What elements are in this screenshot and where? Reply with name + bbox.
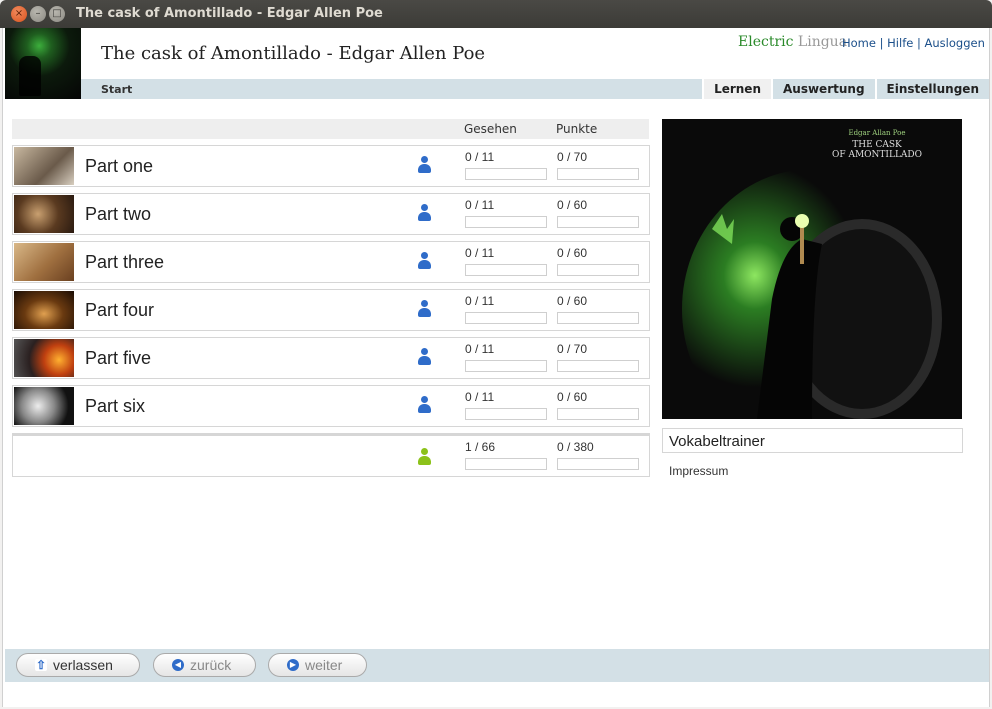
brand-electric: Electric (738, 34, 794, 50)
main-tabs: Lernen Auswertung Einstellungen (702, 79, 989, 99)
total-points-progress-bar (557, 458, 639, 470)
part-thumbnail (14, 195, 74, 233)
seen-value: 0 / 11 (465, 198, 495, 212)
table-row[interactable]: Part one 0 / 11 0 / 70 (12, 145, 650, 187)
part-label[interactable]: Part five (85, 348, 151, 369)
points-progress-bar (557, 360, 639, 372)
app-content: The cask of Amontillado - Edgar Allen Po… (2, 28, 990, 707)
table-header: Gesehen Punkte (12, 119, 649, 139)
person-icon (418, 204, 431, 222)
points-value: 0 / 60 (557, 246, 588, 260)
seen-value: 0 / 11 (465, 150, 495, 164)
person-icon (418, 156, 431, 174)
points-progress-bar (557, 168, 639, 180)
page-title: The cask of Amontillado - Edgar Allen Po… (101, 43, 486, 64)
part-thumbnail (14, 387, 74, 425)
seen-value: 0 / 11 (465, 342, 495, 356)
points-value: 0 / 70 (557, 342, 588, 356)
part-label[interactable]: Part three (85, 252, 164, 273)
back-button[interactable]: ◀ zurück (153, 653, 256, 677)
tab-lernen[interactable]: Lernen (702, 79, 771, 99)
table-row[interactable]: Part two 0 / 11 0 / 60 (12, 193, 650, 235)
cover-title-line1: THE CASK (852, 140, 902, 150)
column-header-seen: Gesehen (464, 122, 517, 136)
help-link[interactable]: Hilfe (887, 36, 913, 50)
points-value: 0 / 60 (557, 390, 588, 404)
table-row[interactable]: Part five 0 / 11 0 / 70 (12, 337, 650, 379)
next-label: weiter (305, 657, 343, 673)
impressum-link[interactable]: Impressum (669, 464, 728, 478)
minimize-window-button[interactable]: – (30, 6, 46, 22)
link-separator: | (916, 36, 921, 50)
part-thumbnail (14, 339, 74, 377)
book-logo[interactable] (5, 28, 81, 99)
seen-progress-bar (465, 312, 547, 324)
logout-link[interactable]: Ausloggen (925, 36, 985, 50)
points-value: 0 / 60 (557, 294, 588, 308)
seen-value: 0 / 11 (465, 390, 495, 404)
brand-logo: Electric Lingua (738, 34, 847, 50)
part-thumbnail (14, 147, 74, 185)
part-label[interactable]: Part four (85, 300, 154, 321)
seen-progress-bar (465, 408, 547, 420)
column-header-points: Punkte (556, 122, 598, 136)
seen-progress-bar (465, 360, 547, 372)
person-icon (418, 448, 431, 466)
seen-progress-bar (465, 264, 547, 276)
breadcrumb-start[interactable]: Start (101, 83, 132, 96)
person-icon (418, 348, 431, 366)
person-icon (418, 252, 431, 270)
cover-title-line2: OF AMONTILLADO (832, 150, 922, 160)
total-seen-value: 1 / 66 (465, 440, 496, 454)
part-thumbnail (14, 243, 74, 281)
tab-einstellungen[interactable]: Einstellungen (874, 79, 989, 99)
seen-progress-bar (465, 168, 547, 180)
table-row[interactable]: Part six 0 / 11 0 / 60 (12, 385, 650, 427)
back-label: zurück (190, 657, 232, 673)
seen-value: 0 / 11 (465, 294, 495, 308)
arrow-left-icon: ◀ (172, 659, 184, 671)
table-row[interactable]: Part three 0 / 11 0 / 60 (12, 241, 650, 283)
points-value: 0 / 70 (557, 150, 588, 164)
logo-figure (19, 56, 41, 96)
link-separator: | (879, 36, 884, 50)
cover-art: Edgar Allan Poe THE CASK OF AMONTILLADO (662, 119, 962, 419)
total-row: 1 / 66 0 / 380 (12, 433, 650, 477)
maximize-window-button[interactable]: □ (49, 6, 65, 22)
cover-author: Edgar Allan Poe (848, 129, 905, 137)
points-value: 0 / 60 (557, 198, 588, 212)
person-icon (418, 300, 431, 318)
leave-label: verlassen (53, 657, 113, 673)
vokabeltrainer-box[interactable]: Vokabeltrainer (662, 428, 963, 453)
top-links: Home | Hilfe | Ausloggen (842, 36, 985, 50)
points-progress-bar (557, 264, 639, 276)
part-thumbnail (14, 291, 74, 329)
person-icon (418, 396, 431, 414)
leave-button[interactable]: ⇧ verlassen (16, 653, 140, 677)
book-cover-image: Edgar Allan Poe THE CASK OF AMONTILLADO (662, 119, 962, 419)
next-button[interactable]: ▶ weiter (268, 653, 367, 677)
home-link[interactable]: Home (842, 36, 876, 50)
total-seen-progress-bar (465, 458, 547, 470)
total-points-value: 0 / 380 (557, 440, 594, 454)
points-progress-bar (557, 408, 639, 420)
window-title: The cask of Amontillado - Edgar Allen Po… (76, 6, 383, 21)
points-progress-bar (557, 312, 639, 324)
seen-value: 0 / 11 (465, 246, 495, 260)
seen-progress-bar (465, 216, 547, 228)
brand-lingua: Lingua (797, 34, 848, 50)
footer-bar: ⇧ verlassen ◀ zurück ▶ weiter (5, 649, 989, 682)
nav-bar: Start Lernen Auswertung Einstellungen (81, 79, 989, 99)
arrow-right-icon: ▶ (287, 659, 299, 671)
points-progress-bar (557, 216, 639, 228)
part-label[interactable]: Part two (85, 204, 151, 225)
arrow-up-icon: ⇧ (35, 658, 47, 672)
window-titlebar: × – □ The cask of Amontillado - Edgar Al… (0, 0, 992, 28)
part-label[interactable]: Part six (85, 396, 145, 417)
table-row[interactable]: Part four 0 / 11 0 / 60 (12, 289, 650, 331)
tab-auswertung[interactable]: Auswertung (771, 79, 875, 99)
close-window-button[interactable]: × (11, 6, 27, 22)
part-label[interactable]: Part one (85, 156, 153, 177)
